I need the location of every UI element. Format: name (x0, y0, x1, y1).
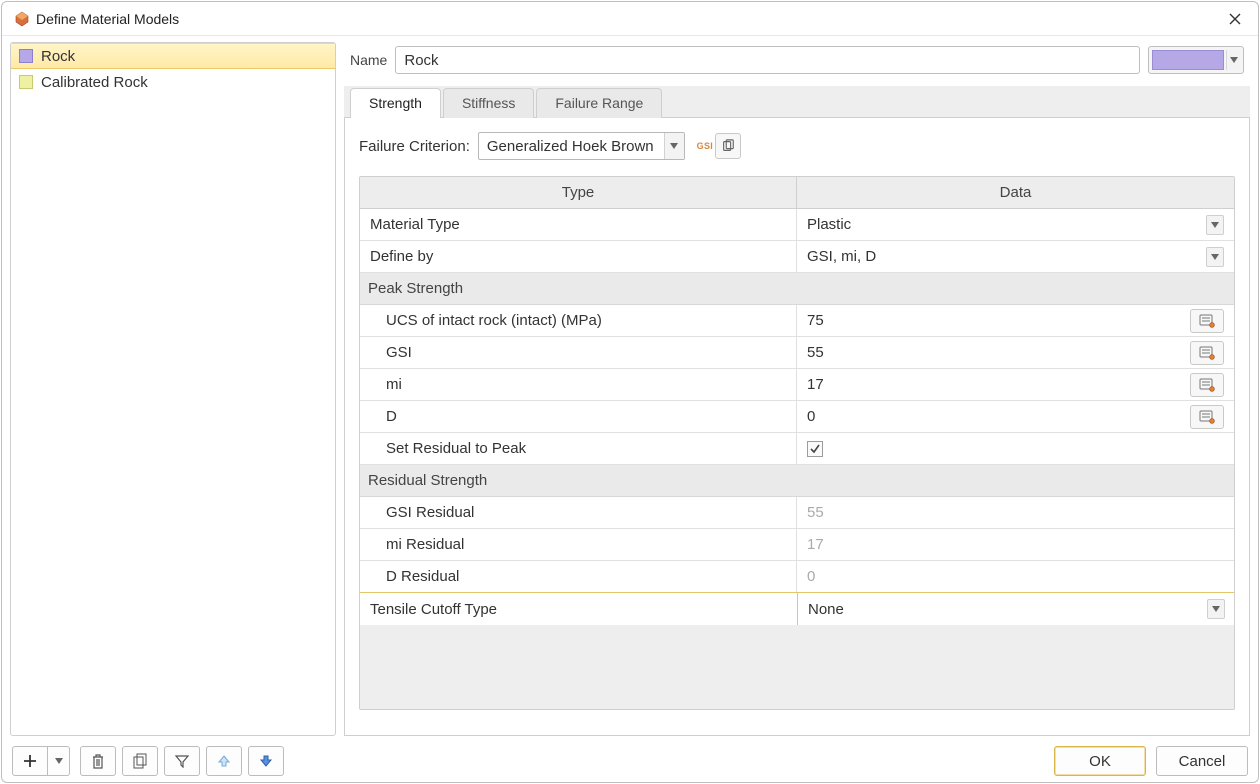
window-title: Define Material Models (36, 11, 1214, 27)
row-value-material-type[interactable]: Plastic (797, 209, 1234, 241)
row-label-mi-residual: mi Residual (360, 529, 797, 561)
tab-bar: Strength Stiffness Failure Range (344, 86, 1250, 118)
col-header-data: Data (797, 177, 1234, 209)
duplicate-button[interactable] (122, 746, 158, 776)
row-label-define-by: Define by (360, 241, 797, 273)
gsi-calculator-icon[interactable]: GSI (697, 141, 713, 151)
property-table: Type Data Material Type Plastic Define b… (359, 176, 1235, 710)
row-value-mi[interactable]: 17 (797, 369, 1234, 401)
row-label-ucs: UCS of intact rock (intact) (MPa) (360, 305, 797, 337)
row-value-tensile-cutoff[interactable]: None (797, 592, 1235, 626)
row-value-set-residual[interactable] (797, 433, 1234, 465)
dropdown-arrow-icon (664, 133, 684, 159)
row-label-d: D (360, 401, 797, 433)
failure-criterion-combo[interactable]: Generalized Hoek Brown (478, 132, 685, 160)
row-lookup-button[interactable] (1190, 405, 1224, 429)
row-label-gsi: GSI (360, 337, 797, 369)
row-label-material-type: Material Type (360, 209, 797, 241)
move-down-button[interactable] (248, 746, 284, 776)
row-value-mi-residual: 17 (797, 529, 1234, 561)
color-chip (1152, 50, 1224, 70)
row-label-set-residual: Set Residual to Peak (360, 433, 797, 465)
add-button-group (12, 746, 70, 776)
ok-button[interactable]: OK (1054, 746, 1146, 776)
dropdown-arrow-icon (1226, 50, 1240, 70)
tab-body-strength: Failure Criterion: Generalized Hoek Brow… (344, 118, 1250, 736)
tab-strength[interactable]: Strength (350, 88, 441, 118)
tab-failure-range[interactable]: Failure Range (536, 88, 662, 118)
row-value-gsi[interactable]: 55 (797, 337, 1234, 369)
row-lookup-button[interactable] (1190, 309, 1224, 333)
failure-criterion-row: Failure Criterion: Generalized Hoek Brow… (359, 132, 1235, 160)
failure-criterion-label: Failure Criterion: (359, 138, 470, 155)
delete-button[interactable] (80, 746, 116, 776)
copy-properties-button[interactable] (715, 133, 741, 159)
material-name: Rock (41, 48, 75, 65)
section-peak-strength: Peak Strength (360, 273, 1234, 305)
dropdown-arrow-icon (1206, 215, 1224, 235)
tab-stiffness[interactable]: Stiffness (443, 88, 534, 118)
row-lookup-button[interactable] (1190, 373, 1224, 397)
material-list-item[interactable]: Rock (11, 43, 335, 69)
app-icon (14, 11, 30, 27)
dialog-window: Define Material Models Rock Calibrated R… (1, 1, 1259, 783)
material-name-input[interactable] (395, 46, 1140, 74)
add-material-button[interactable] (12, 746, 48, 776)
cancel-button[interactable]: Cancel (1156, 746, 1248, 776)
material-swatch-icon (19, 75, 33, 89)
material-list-item[interactable]: Calibrated Rock (11, 69, 335, 95)
checkbox-set-residual[interactable] (807, 441, 823, 457)
material-color-picker[interactable] (1148, 46, 1244, 74)
row-value-define-by[interactable]: GSI, mi, D (797, 241, 1234, 273)
material-swatch-icon (19, 49, 33, 63)
name-label: Name (350, 52, 387, 68)
row-label-mi: mi (360, 369, 797, 401)
bottom-bar: OK Cancel (2, 740, 1258, 782)
row-lookup-button[interactable] (1190, 341, 1224, 365)
material-name: Calibrated Rock (41, 74, 148, 91)
close-button[interactable] (1220, 6, 1250, 32)
titlebar: Define Material Models (2, 2, 1258, 36)
row-label-d-residual: D Residual (360, 561, 797, 593)
move-up-button[interactable] (206, 746, 242, 776)
row-value-d[interactable]: 0 (797, 401, 1234, 433)
add-dropdown-button[interactable] (48, 746, 70, 776)
filter-button[interactable] (164, 746, 200, 776)
section-residual-strength: Residual Strength (360, 465, 1234, 497)
table-empty-area (360, 625, 1234, 709)
dropdown-arrow-icon (1207, 599, 1225, 619)
name-bar: Name (344, 42, 1250, 86)
row-value-ucs[interactable]: 75 (797, 305, 1234, 337)
combo-value: Generalized Hoek Brown (479, 138, 664, 155)
row-value-d-residual: 0 (797, 561, 1234, 593)
editor-panel: Name Strength Stiffness Failure Range Fa… (344, 42, 1250, 736)
row-label-tensile-cutoff: Tensile Cutoff Type (359, 592, 797, 626)
row-value-gsi-residual: 55 (797, 497, 1234, 529)
col-header-type: Type (360, 177, 797, 209)
content-area: Rock Calibrated Rock Name St (2, 36, 1258, 782)
row-label-gsi-residual: GSI Residual (360, 497, 797, 529)
material-list[interactable]: Rock Calibrated Rock (10, 42, 336, 736)
dropdown-arrow-icon (1206, 247, 1224, 267)
